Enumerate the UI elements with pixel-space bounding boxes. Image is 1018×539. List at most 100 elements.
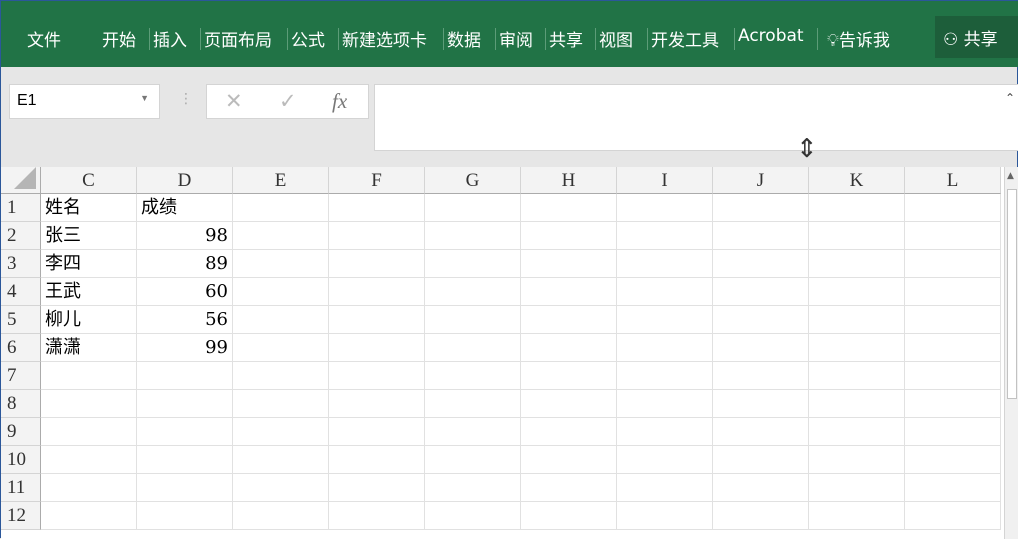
cell-J2[interactable] bbox=[713, 222, 809, 250]
row-header-11[interactable]: 11 bbox=[1, 474, 41, 502]
cell-K6[interactable] bbox=[809, 334, 905, 362]
cell-C10[interactable] bbox=[41, 446, 137, 474]
cell-I7[interactable] bbox=[617, 362, 713, 390]
cell-K10[interactable] bbox=[809, 446, 905, 474]
cell-G6[interactable] bbox=[425, 334, 521, 362]
row-header-6[interactable]: 6 bbox=[1, 334, 41, 362]
cell-J1[interactable] bbox=[713, 194, 809, 222]
tab-1[interactable]: 开始 bbox=[102, 26, 136, 51]
cell-L11[interactable] bbox=[905, 474, 1001, 502]
share-button[interactable]: ⚇ 共享 bbox=[935, 16, 1018, 58]
row-header-9[interactable]: 9 bbox=[1, 418, 41, 446]
cell-L1[interactable] bbox=[905, 194, 1001, 222]
cell-G8[interactable] bbox=[425, 390, 521, 418]
row-header-8[interactable]: 8 bbox=[1, 390, 41, 418]
cell-D2[interactable]: 98 bbox=[137, 222, 233, 250]
cell-K5[interactable] bbox=[809, 306, 905, 334]
cell-E8[interactable] bbox=[233, 390, 329, 418]
cell-I3[interactable] bbox=[617, 250, 713, 278]
cell-J12[interactable] bbox=[713, 502, 809, 530]
cell-J10[interactable] bbox=[713, 446, 809, 474]
cell-J7[interactable] bbox=[713, 362, 809, 390]
cell-C8[interactable] bbox=[41, 390, 137, 418]
cell-D9[interactable] bbox=[137, 418, 233, 446]
column-header-H[interactable]: H bbox=[521, 167, 617, 194]
cancel-icon[interactable]: ✕ bbox=[225, 89, 243, 113]
tab-4[interactable]: 公式 bbox=[291, 26, 325, 51]
tab-7[interactable]: 审阅 bbox=[499, 26, 533, 51]
cell-E11[interactable] bbox=[233, 474, 329, 502]
tab-5[interactable]: 新建选项卡 bbox=[342, 26, 427, 51]
column-header-F[interactable]: F bbox=[329, 167, 425, 194]
cell-I12[interactable] bbox=[617, 502, 713, 530]
cell-F9[interactable] bbox=[329, 418, 425, 446]
cell-H9[interactable] bbox=[521, 418, 617, 446]
cell-C3[interactable]: 李四 bbox=[41, 250, 137, 278]
cell-F4[interactable] bbox=[329, 278, 425, 306]
column-header-D[interactable]: D bbox=[137, 167, 233, 194]
tab-11[interactable]: Acrobat bbox=[738, 26, 804, 46]
cell-E3[interactable] bbox=[233, 250, 329, 278]
cell-K4[interactable] bbox=[809, 278, 905, 306]
cell-H1[interactable] bbox=[521, 194, 617, 222]
cell-F11[interactable] bbox=[329, 474, 425, 502]
cell-D5[interactable]: 56 bbox=[137, 306, 233, 334]
cell-D11[interactable] bbox=[137, 474, 233, 502]
cell-D6[interactable]: 99 bbox=[137, 334, 233, 362]
cell-J9[interactable] bbox=[713, 418, 809, 446]
chevron-down-icon[interactable]: ▼ bbox=[140, 93, 149, 103]
column-header-L[interactable]: L bbox=[905, 167, 1001, 194]
cell-H8[interactable] bbox=[521, 390, 617, 418]
cell-H5[interactable] bbox=[521, 306, 617, 334]
cell-F12[interactable] bbox=[329, 502, 425, 530]
cell-K3[interactable] bbox=[809, 250, 905, 278]
scroll-thumb[interactable] bbox=[1007, 189, 1017, 399]
cell-F5[interactable] bbox=[329, 306, 425, 334]
cell-L5[interactable] bbox=[905, 306, 1001, 334]
cell-F7[interactable] bbox=[329, 362, 425, 390]
row-header-7[interactable]: 7 bbox=[1, 362, 41, 390]
column-header-K[interactable]: K bbox=[809, 167, 905, 194]
tab-0[interactable]: 文件 bbox=[27, 26, 61, 51]
tell-me-button[interactable]: 💡︎告诉我 bbox=[827, 26, 890, 51]
cell-H7[interactable] bbox=[521, 362, 617, 390]
tab-2[interactable]: 插入 bbox=[153, 26, 187, 51]
cell-F1[interactable] bbox=[329, 194, 425, 222]
cell-E6[interactable] bbox=[233, 334, 329, 362]
cell-D8[interactable] bbox=[137, 390, 233, 418]
column-header-C[interactable]: C bbox=[41, 167, 137, 194]
cell-F10[interactable] bbox=[329, 446, 425, 474]
cell-K12[interactable] bbox=[809, 502, 905, 530]
row-header-3[interactable]: 3 bbox=[1, 250, 41, 278]
cell-G3[interactable] bbox=[425, 250, 521, 278]
select-all-button[interactable] bbox=[1, 167, 41, 194]
cell-K9[interactable] bbox=[809, 418, 905, 446]
tab-8[interactable]: 共享 bbox=[549, 26, 583, 51]
enter-icon[interactable]: ✓ bbox=[279, 89, 297, 113]
cell-J6[interactable] bbox=[713, 334, 809, 362]
cell-L7[interactable] bbox=[905, 362, 1001, 390]
cell-C12[interactable] bbox=[41, 502, 137, 530]
cell-E2[interactable] bbox=[233, 222, 329, 250]
cell-H4[interactable] bbox=[521, 278, 617, 306]
cell-L12[interactable] bbox=[905, 502, 1001, 530]
cell-G2[interactable] bbox=[425, 222, 521, 250]
cell-F6[interactable] bbox=[329, 334, 425, 362]
cell-D7[interactable] bbox=[137, 362, 233, 390]
cell-C1[interactable]: 姓名 bbox=[41, 194, 137, 222]
tab-9[interactable]: 视图 bbox=[599, 26, 633, 51]
cell-C11[interactable] bbox=[41, 474, 137, 502]
spreadsheet-grid[interactable]: C D E F G H I J K L 1 姓名 成绩 2 张三 98 3 李四 89 4 王武 60 5 柳儿 56 6 潇潇 99… bbox=[1, 167, 1004, 539]
cell-K8[interactable] bbox=[809, 390, 905, 418]
cell-C5[interactable]: 柳儿 bbox=[41, 306, 137, 334]
cell-L2[interactable] bbox=[905, 222, 1001, 250]
column-header-E[interactable]: E bbox=[233, 167, 329, 194]
cell-I2[interactable] bbox=[617, 222, 713, 250]
cell-I8[interactable] bbox=[617, 390, 713, 418]
cell-D1[interactable]: 成绩 bbox=[137, 194, 233, 222]
scroll-up-icon[interactable]: ▲ bbox=[1007, 171, 1014, 181]
cell-I1[interactable] bbox=[617, 194, 713, 222]
cell-C6[interactable]: 潇潇 bbox=[41, 334, 137, 362]
cell-I5[interactable] bbox=[617, 306, 713, 334]
cell-H6[interactable] bbox=[521, 334, 617, 362]
